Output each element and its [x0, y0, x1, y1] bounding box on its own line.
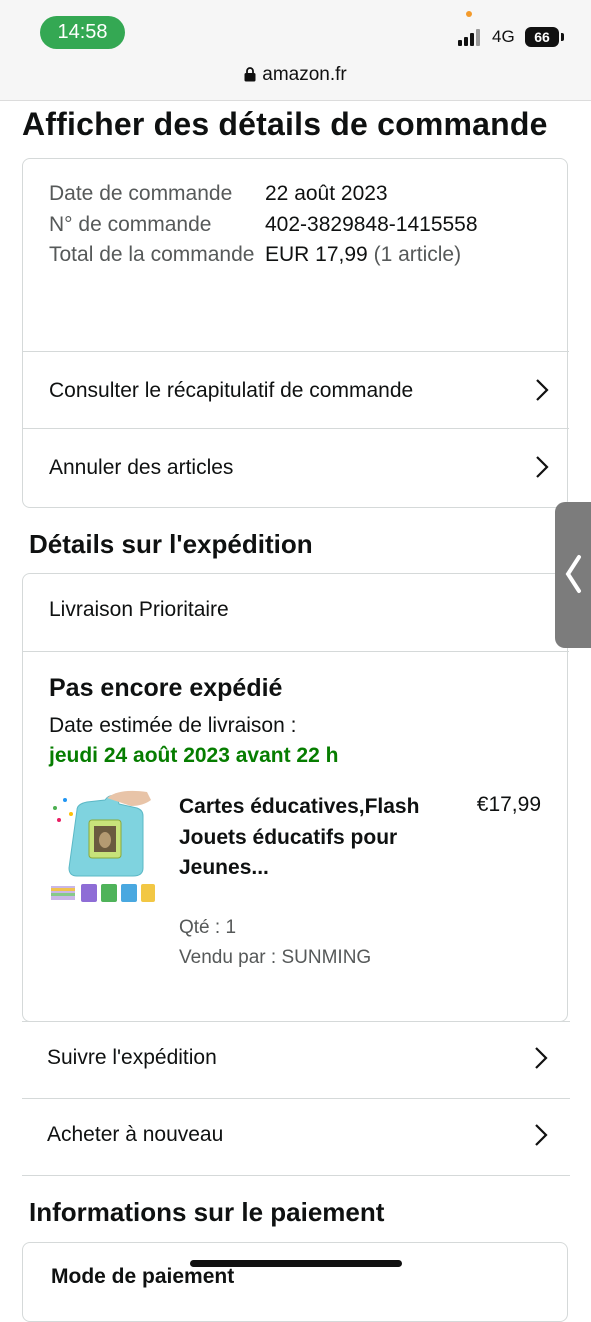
- product-title-link[interactable]: Cartes éducatives,Flash Jouets éducatifs…: [179, 792, 429, 884]
- payment-method-label: Mode de paiement: [51, 1265, 235, 1288]
- shipping-method: Livraison Prioritaire: [49, 598, 229, 621]
- shipping-section-heading: Détails sur l'expédition: [29, 529, 313, 559]
- order-summary-card: Date de commande 22 août 2023 N° de comm…: [22, 158, 569, 508]
- order-total-row: Total de la commande EUR 17,99 (1 articl…: [49, 240, 478, 271]
- chevron-right-icon: [535, 1047, 548, 1069]
- estimated-delivery-date: jeudi 24 août 2023 avant 22 h: [49, 744, 339, 767]
- product-quantity: Qté : 1: [179, 917, 237, 938]
- chevron-right-icon: [536, 456, 549, 478]
- divider: [22, 1175, 570, 1176]
- order-item-count: (1 article): [373, 243, 462, 266]
- chevron-left-icon: [565, 555, 581, 593]
- status-time: 14:58: [40, 16, 125, 49]
- product-image[interactable]: [47, 790, 157, 912]
- order-number-label: N° de commande: [49, 212, 212, 236]
- product-price: €17,99: [476, 793, 541, 816]
- chevron-right-icon: [535, 1124, 548, 1146]
- lock-icon: [244, 67, 256, 82]
- order-number-row: N° de commande 402-3829848-1415558: [49, 210, 478, 241]
- buy-again-label: Acheter à nouveau: [47, 1123, 224, 1146]
- privacy-indicator-dot: [466, 11, 472, 17]
- cancel-items-link[interactable]: Annuler des articles: [23, 428, 569, 505]
- address-text: amazon.fr: [262, 64, 347, 85]
- order-date-row: Date de commande 22 août 2023: [49, 179, 478, 210]
- view-order-summary-label: Consulter le récapitulatif de commande: [49, 379, 414, 402]
- divider: [23, 651, 569, 652]
- buy-again-link[interactable]: Acheter à nouveau: [22, 1098, 570, 1175]
- cancel-items-label: Annuler des articles: [49, 456, 234, 479]
- address-bar[interactable]: amazon.fr: [0, 64, 591, 86]
- order-total-value: EUR 17,99 (1 article): [265, 240, 461, 271]
- payment-card: Mode de paiement: [22, 1242, 568, 1322]
- estimated-delivery-label: Date estimée de livraison :: [49, 714, 297, 737]
- payment-section-heading: Informations sur le paiement: [29, 1197, 385, 1227]
- network-type: 4G: [492, 27, 515, 46]
- browser-top-bar: 14:58 4G 66 amazon.fr: [0, 0, 591, 101]
- order-number-value: 402-3829848-1415558: [265, 212, 478, 236]
- cellular-signal-icon: [458, 28, 484, 46]
- battery-icon: 66: [525, 27, 559, 47]
- shipment-status: Pas encore expédié: [49, 674, 283, 702]
- battery-tip: [561, 33, 564, 41]
- order-info-table: Date de commande 22 août 2023 N° de comm…: [49, 179, 478, 271]
- order-total-amount: EUR 17,99: [265, 243, 368, 266]
- view-order-summary-link[interactable]: Consulter le récapitulatif de commande: [23, 351, 569, 428]
- product-seller: Vendu par : SUNMING: [179, 947, 372, 968]
- chevron-right-icon: [536, 379, 549, 401]
- track-package-label: Suivre l'expédition: [47, 1046, 217, 1069]
- order-total-label: Total de la commande: [49, 243, 255, 266]
- side-panel-handle[interactable]: [555, 502, 591, 648]
- order-date-label: Date de commande: [49, 182, 233, 205]
- order-date-value: 22 août 2023: [265, 182, 388, 205]
- home-indicator[interactable]: [190, 1260, 402, 1267]
- track-package-link[interactable]: Suivre l'expédition: [22, 1021, 570, 1098]
- page-title: Afficher des détails de commande: [22, 106, 548, 142]
- shipment-card: Livraison Prioritaire Pas encore expédié…: [22, 573, 569, 1022]
